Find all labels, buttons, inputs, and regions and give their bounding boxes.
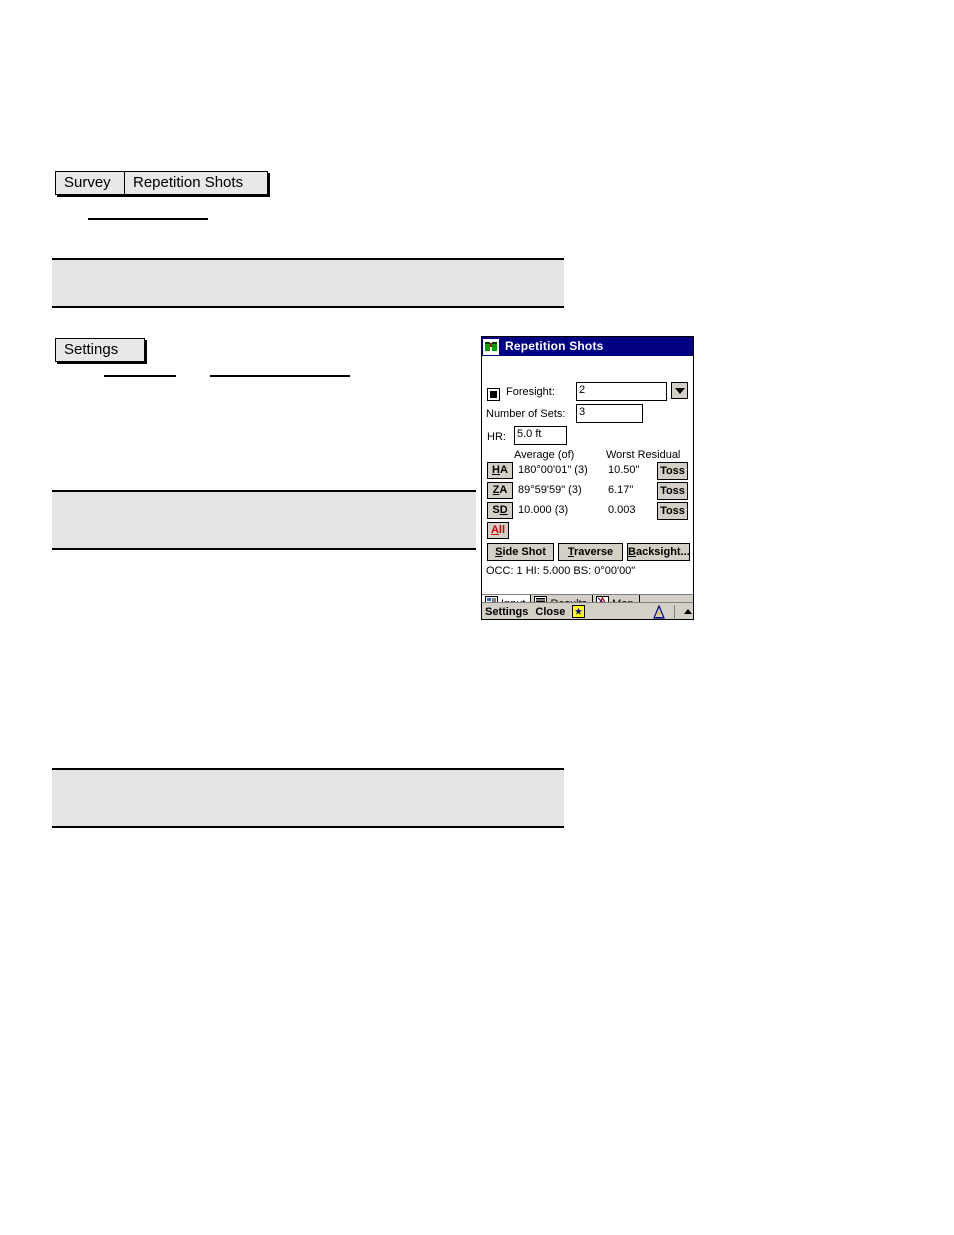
total-station-icon[interactable] [651,603,667,620]
column-header-average: Average (of) [514,449,575,461]
number-of-sets-label: Number of Sets: [486,408,566,420]
number-of-sets-input[interactable]: 3 [576,404,643,423]
dialog-body: Foresight: 2 Number of Sets: 3 HR: 5.0 f… [482,356,693,620]
za-worst-residual-value: 6.17" [608,484,634,496]
doc-button-settings[interactable]: Settings [55,338,145,362]
dialog-statusbar: Settings Close [482,602,693,620]
foresight-input[interactable]: 2 [576,382,667,401]
measurement-tag-ha-button[interactable]: HA [487,462,513,479]
doc-button-survey[interactable]: Survey [55,171,135,195]
hr-label: HR: [487,431,506,443]
toss-sd-button[interactable]: Toss [657,502,688,520]
za-average-value: 89°59'59" (3) [518,484,582,496]
foresight-dropdown-chevron-down-icon[interactable] [671,382,688,399]
statusbar-settings-button[interactable]: Settings [485,606,528,618]
hr-input[interactable]: 5.0 ft [514,426,567,445]
doc-button-settings-label: Settings [64,341,119,358]
star-icon[interactable] [572,605,586,618]
statusbar-divider [674,604,675,619]
column-header-worst-residual: Worst Residual [606,449,681,461]
doc-button-survey-label: Survey [64,174,111,191]
toss-za-button[interactable]: Toss [657,482,688,500]
occupy-status-line: OCC: 1 HI: 5.000 BS: 0°00'00" [486,565,636,577]
measurement-tag-sd-button[interactable]: SD [487,502,513,519]
toss-ha-button[interactable]: Toss [657,462,688,480]
binoculars-icon [483,338,499,355]
doc-button-repetition-shots-label: Repetition Shots [133,174,244,191]
ha-worst-residual-value: 10.50" [608,464,640,476]
backsight-button[interactable]: Backsight... [627,543,690,561]
measurement-tag-za-button[interactable]: ZA [487,482,513,499]
ha-average-value: 180°00'01" (3) [518,464,588,476]
note-band-3 [52,768,564,828]
sd-average-value: 10.000 (3) [518,504,569,516]
doc-button-repetition-shots[interactable]: Repetition Shots [124,171,268,195]
repetition-shots-dialog: Repetition Shots Foresight: 2 Number of … [481,336,694,620]
statusbar-close-button[interactable]: Close [535,606,565,618]
all-button[interactable]: All [487,522,509,539]
text-rule-3 [104,375,176,377]
note-band-2 [52,490,476,550]
foresight-bullet-icon [487,388,500,401]
traverse-button[interactable]: Traverse [558,543,623,561]
chevron-up-icon[interactable] [682,605,693,619]
side-shot-button[interactable]: Side Shot [487,543,554,561]
text-rule-1 [88,218,208,220]
foresight-label: Foresight: [506,386,555,398]
note-band-1 [52,258,564,308]
dialog-titlebar: Repetition Shots [482,337,693,356]
text-rule-4 [210,375,350,377]
dialog-title: Repetition Shots [505,339,604,353]
sd-worst-residual-value: 0.003 [608,504,636,516]
